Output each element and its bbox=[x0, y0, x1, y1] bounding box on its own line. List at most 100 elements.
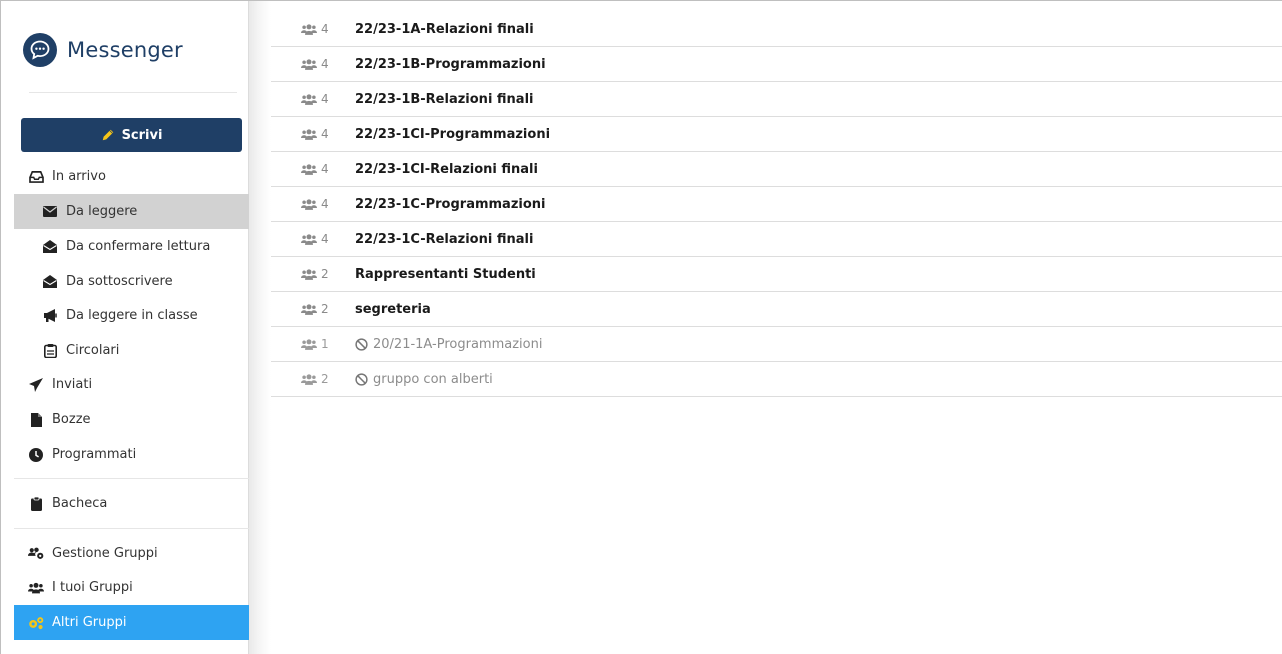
group-row[interactable]: 2 segreteria bbox=[271, 292, 1282, 327]
sidebar-item-my-groups[interactable]: I tuoi Gruppi bbox=[14, 570, 249, 605]
group-row[interactable]: 2 Rappresentanti Studenti bbox=[271, 257, 1282, 292]
group-name-text: 22/23-1CI-Programmazioni bbox=[355, 126, 551, 142]
inbox-icon bbox=[28, 169, 44, 185]
send-icon bbox=[28, 377, 44, 393]
member-count: 4 bbox=[321, 22, 329, 36]
sidebar-item-drafts[interactable]: Bozze bbox=[14, 402, 249, 437]
sidebar-shadow bbox=[249, 1, 271, 654]
sidebar-item-label: Da confermare lettura bbox=[66, 239, 211, 254]
group-name-text: 22/23-1CI-Relazioni finali bbox=[355, 161, 538, 177]
envelope-open-icon bbox=[42, 274, 58, 290]
users-gear-icon bbox=[28, 546, 44, 562]
users-icon bbox=[301, 128, 317, 140]
group-members: 4 bbox=[271, 197, 355, 211]
group-members: 4 bbox=[271, 232, 355, 246]
member-count: 4 bbox=[321, 92, 329, 106]
group-row[interactable]: 4 22/23-1B-Programmazioni bbox=[271, 47, 1282, 82]
sidebar-item-unread[interactable]: Da leggere bbox=[14, 194, 249, 229]
group-name-text: segreteria bbox=[355, 301, 431, 317]
group-name: 22/23-1B-Programmazioni bbox=[355, 57, 546, 72]
sidebar-separator bbox=[14, 528, 249, 529]
group-row[interactable]: 4 22/23-1A-Relazioni finali bbox=[271, 12, 1282, 47]
ban-icon bbox=[355, 372, 368, 386]
sidebar-item-label: Bozze bbox=[52, 412, 91, 427]
sidebar-item-label: Da sottoscrivere bbox=[66, 274, 173, 289]
pencil-icon bbox=[101, 128, 115, 142]
group-name-text: 22/23-1A-Relazioni finali bbox=[355, 21, 534, 37]
envelope-icon bbox=[42, 204, 58, 220]
users-icon bbox=[301, 23, 317, 35]
group-members: 4 bbox=[271, 22, 355, 36]
group-row[interactable]: 4 22/23-1CI-Programmazioni bbox=[271, 117, 1282, 152]
sidebar-item-board[interactable]: Bacheca bbox=[14, 486, 249, 521]
group-row[interactable]: 2 gruppo con alberti bbox=[271, 362, 1282, 397]
group-row[interactable]: 1 20/21-1A-Programmazioni bbox=[271, 327, 1282, 362]
group-row[interactable]: 4 22/23-1C-Programmazioni bbox=[271, 187, 1282, 222]
group-name: 22/23-1CI-Relazioni finali bbox=[355, 162, 538, 177]
sidebar-item-confirm-reading[interactable]: Da confermare lettura bbox=[14, 229, 249, 264]
gears-icon bbox=[28, 615, 44, 631]
clipboard-icon bbox=[42, 343, 58, 359]
group-members: 1 bbox=[271, 337, 355, 351]
group-name-text: 20/21-1A-Programmazioni bbox=[373, 336, 543, 352]
group-name: 20/21-1A-Programmazioni bbox=[355, 337, 542, 352]
sidebar-item-circulars[interactable]: Circolari bbox=[14, 333, 249, 368]
file-icon bbox=[28, 412, 44, 428]
sidebar-item-label: Inviati bbox=[52, 377, 93, 392]
group-name-text: 22/23-1B-Relazioni finali bbox=[355, 91, 534, 107]
group-name: gruppo con alberti bbox=[355, 372, 493, 387]
group-name: Rappresentanti Studenti bbox=[355, 267, 536, 282]
group-members: 4 bbox=[271, 127, 355, 141]
ban-icon bbox=[355, 337, 368, 351]
member-count: 2 bbox=[321, 302, 329, 316]
member-count: 4 bbox=[321, 127, 329, 141]
group-name: 22/23-1B-Relazioni finali bbox=[355, 92, 534, 107]
clipboard-icon bbox=[28, 496, 44, 512]
member-count: 4 bbox=[321, 232, 329, 246]
users-icon bbox=[301, 338, 317, 350]
group-members: 2 bbox=[271, 302, 355, 316]
member-count: 4 bbox=[321, 197, 329, 211]
users-icon bbox=[28, 580, 44, 596]
sidebar-item-to-sign[interactable]: Da sottoscrivere bbox=[14, 264, 249, 299]
group-row[interactable]: 4 22/23-1CI-Relazioni finali bbox=[271, 152, 1282, 187]
app-title: Messenger bbox=[67, 38, 183, 62]
sidebar-item-read-in-class[interactable]: Da leggere in classe bbox=[14, 298, 249, 333]
sidebar-item-sent[interactable]: Inviati bbox=[14, 367, 249, 402]
group-list: 4 22/23-1A-Relazioni finali 4 22/23-1B-Prog… bbox=[271, 12, 1282, 397]
group-name-text: gruppo con alberti bbox=[373, 371, 493, 387]
megaphone-icon bbox=[42, 308, 58, 324]
sidebar: Messenger Scrivi In arrivo Da leggere Da… bbox=[1, 1, 249, 654]
sidebar-item-label: Da leggere in classe bbox=[66, 308, 198, 323]
group-row[interactable]: 4 22/23-1B-Relazioni finali bbox=[271, 82, 1282, 117]
brand-divider bbox=[29, 92, 237, 93]
sidebar-item-label: I tuoi Gruppi bbox=[52, 580, 133, 595]
users-icon bbox=[301, 58, 317, 70]
sidebar-item-other-groups[interactable]: Altri Gruppi bbox=[14, 605, 249, 640]
group-name: 22/23-1A-Relazioni finali bbox=[355, 22, 534, 37]
sidebar-item-manage-groups[interactable]: Gestione Gruppi bbox=[14, 536, 249, 571]
users-icon bbox=[301, 198, 317, 210]
group-members: 2 bbox=[271, 267, 355, 281]
group-name: 22/23-1CI-Programmazioni bbox=[355, 127, 550, 142]
group-members: 4 bbox=[271, 57, 355, 71]
users-icon bbox=[301, 233, 317, 245]
group-members: 4 bbox=[271, 162, 355, 176]
member-count: 4 bbox=[321, 57, 329, 71]
compose-button[interactable]: Scrivi bbox=[21, 118, 242, 152]
chat-bubble-icon bbox=[23, 33, 57, 67]
brand[interactable]: Messenger bbox=[23, 32, 183, 68]
group-name-text: Rappresentanti Studenti bbox=[355, 266, 536, 282]
group-name: segreteria bbox=[355, 302, 431, 317]
group-name: 22/23-1C-Programmazioni bbox=[355, 197, 546, 212]
group-members: 2 bbox=[271, 372, 355, 386]
group-name: 22/23-1C-Relazioni finali bbox=[355, 232, 533, 247]
group-row[interactable]: 4 22/23-1C-Relazioni finali bbox=[271, 222, 1282, 257]
member-count: 2 bbox=[321, 267, 329, 281]
sidebar-item-inbox[interactable]: In arrivo bbox=[14, 159, 249, 194]
group-name-text: 22/23-1C-Programmazioni bbox=[355, 196, 546, 212]
sidebar-item-scheduled[interactable]: Programmati bbox=[14, 437, 249, 472]
group-name-text: 22/23-1B-Programmazioni bbox=[355, 56, 546, 72]
member-count: 1 bbox=[321, 337, 329, 351]
envelope-open-icon bbox=[42, 239, 58, 255]
